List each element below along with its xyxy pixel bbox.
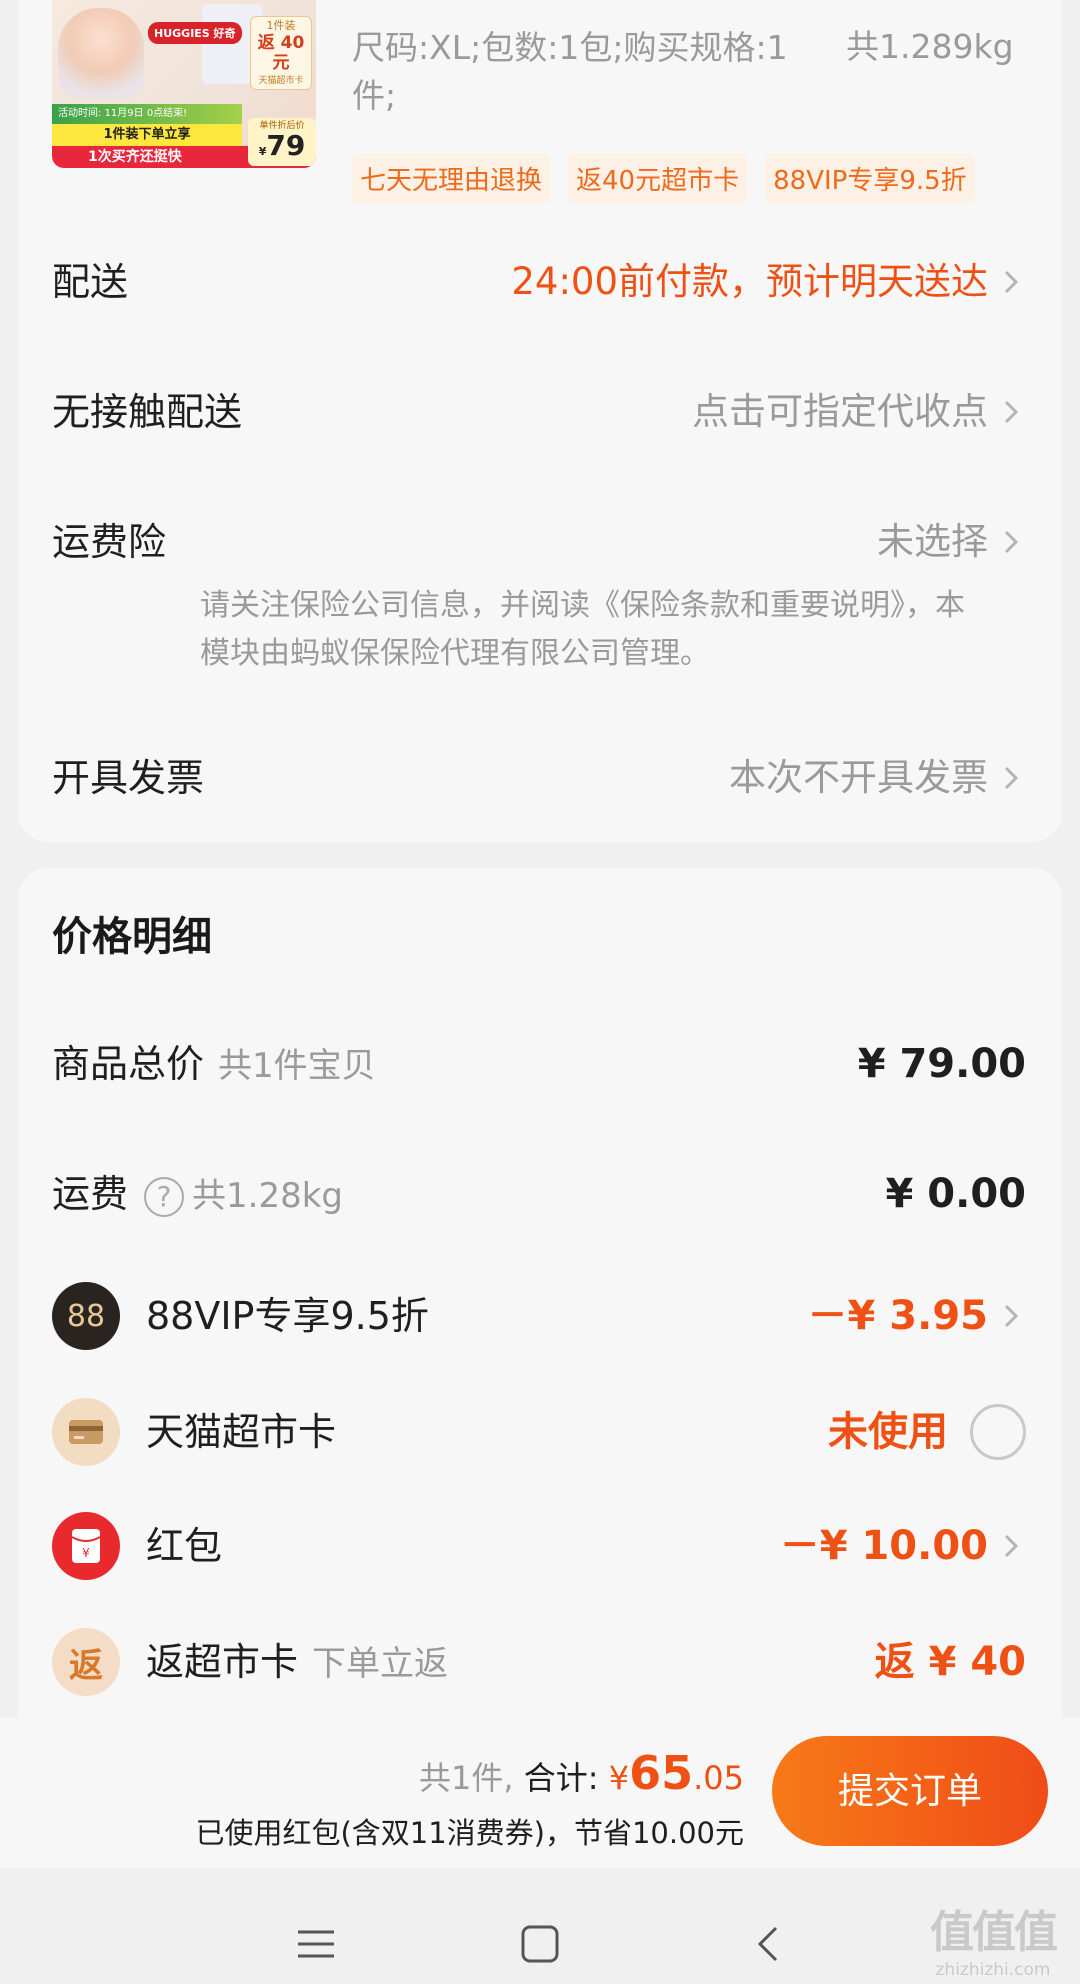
cashback-sub: 下单立返 [312,1644,449,1684]
total-dec: .05 [693,1759,744,1797]
contactless-row[interactable]: 无接触配送 点击可指定代收点 [52,382,1026,442]
vip-discount-label: 88VIP专享9.5折 [146,1294,429,1338]
supermarket-card-radio[interactable] [970,1404,1026,1460]
chevron-right-icon [996,396,1026,428]
product-weight: 共1.289kg [846,27,1014,66]
cashback-tag-sub: 天猫超市卡 [258,76,304,86]
total-yen: ¥ [608,1759,630,1797]
vip-discount-amount: －¥ 3.95 [807,1293,988,1339]
chevron-right-icon [996,266,1026,298]
supermarket-card-label: 天猫超市卡 [146,1410,337,1454]
cashback-amount: 返 ¥ 40 [874,1639,1026,1685]
delivery-value: 24:00前付款，预计明天送达 [511,260,988,303]
chevron-right-icon [996,1300,1026,1332]
image-price: 单件折后价 ¥79 [248,118,316,166]
tag-return: 七天无理由退换 [352,154,551,203]
chevron-right-icon [996,1530,1026,1562]
menu-icon[interactable] [296,1924,336,1968]
shipping-amount: ¥ 0.00 [885,1171,1026,1217]
cashback-label: 返超市卡 下单立返 [146,1626,448,1700]
submit-order-button[interactable]: 提交订单 [772,1736,1048,1846]
invoice-label: 开具发票 [52,756,205,800]
shipping-sub: 共1.28kg [192,1176,343,1216]
promo-banner: 活动时间: 11月9日 0点结束! [52,104,242,124]
product-image[interactable]: HUGGIES 好奇 1件装 返 40 元 天猫超市卡 活动时间: 11月9日 … [52,0,316,168]
watermark-url: zhizhizhi.com [935,1960,1051,1980]
item-count: 共1件, [419,1759,514,1797]
total-int: 65 [629,1746,694,1800]
insurance-row[interactable]: 运费险 未选择 [52,512,1026,572]
insurance-label: 运费险 [52,520,167,564]
goods-total-row: 商品总价 共1件宝贝 ¥ 79.00 [52,1028,1026,1100]
insurance-value: 未选择 [877,520,988,563]
credit-card-icon [52,1398,120,1466]
cashback-row: 返 返超市卡 下单立返 返 ¥ 40 [52,1626,1026,1698]
cashback-tag: 1件装 返 40 元 天猫超市卡 [250,16,312,90]
invoice-row[interactable]: 开具发票 本次不开具发票 [52,748,1026,808]
insurance-note: 请关注保险公司信息，并阅读《保险条款和重要说明》，本模块由蚂蚁保保险代理有限公司… [200,588,965,671]
red-packet-row[interactable]: ¥ 红包 －¥ 10.00 [52,1510,1026,1582]
goods-total-label: 商品总价 共1件宝贝 [52,1028,376,1102]
image-price-value: ¥79 [248,131,316,167]
cashback-label-text: 返超市卡 [146,1640,299,1684]
home-icon[interactable] [520,1924,560,1968]
total-label: 合计: [523,1759,599,1797]
goods-total-label-text: 商品总价 [52,1042,205,1086]
vip-discount-row[interactable]: 88 88VIP专享9.5折 －¥ 3.95 [52,1280,1026,1352]
total-line: 共1件, 合计: ¥65.05 [419,1746,744,1800]
invoice-value: 本次不开具发票 [729,756,988,799]
delivery-row[interactable]: 配送 24:00前付款，预计明天送达 [52,252,1026,312]
chevron-right-icon [996,526,1026,558]
brand-logo: HUGGIES 好奇 [148,22,242,44]
goods-total-sub: 共1件宝贝 [218,1046,376,1086]
supermarket-card-status: 未使用 [828,1409,948,1455]
help-icon[interactable]: ? [144,1176,185,1217]
cashback-tag-amount: 返 40 元 [257,33,305,73]
vip-88-icon: 88 [52,1282,120,1350]
baby-photo [58,8,144,98]
tag-vip: 88VIP专享9.5折 [765,154,975,203]
watermark-logo: 值值值 [930,1907,1058,1958]
saved-note: 已使用红包(含双11消费券)，节省10.00元 [195,1816,744,1850]
image-price-number: 79 [266,129,306,162]
watermark: 值值值 zhizhizhi.com [930,1896,1058,1980]
supermarket-card-row[interactable]: 天猫超市卡 未使用 [52,1396,1026,1468]
cashback-tag-top: 1件装 [266,19,296,32]
red-packet-label: 红包 [146,1524,223,1568]
shipping-label: 运费? 共1.28kg [52,1158,343,1232]
red-packet-icon: ¥ [52,1512,120,1580]
chevron-right-icon [996,762,1026,794]
contactless-label: 无接触配送 [52,390,243,434]
product-tags: 七天无理由退换 返40元超市卡 88VIP专享9.5折 [352,154,975,203]
shipping-label-text: 运费 [52,1172,129,1216]
tag-cashback: 返40元超市卡 [568,154,748,203]
promo-line1: 1件装下单立享 [52,124,242,146]
cashback-icon: 返 [52,1628,120,1696]
back-icon[interactable] [748,1924,788,1968]
price-detail-title: 价格明细 [52,914,212,960]
goods-total-amount: ¥ 79.00 [857,1041,1026,1087]
shipping-row: 运费? 共1.28kg ¥ 0.00 [52,1158,1026,1230]
delivery-label: 配送 [52,260,129,304]
contactless-value: 点击可指定代收点 [692,390,988,433]
red-packet-amount: －¥ 10.00 [779,1523,988,1569]
svg-text:¥: ¥ [82,1546,90,1560]
product-spec: 尺码:XL;包数:1包;购买规格:1件; [352,28,788,115]
